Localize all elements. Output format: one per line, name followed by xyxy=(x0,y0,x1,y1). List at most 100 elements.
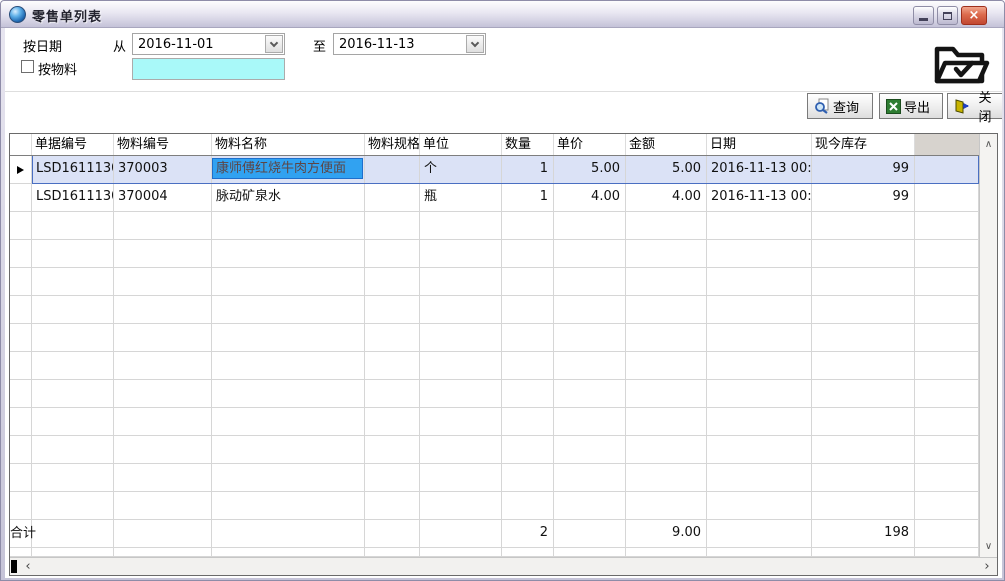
total-label: 合计 xyxy=(10,520,32,548)
header-item-no[interactable]: 物料编号 xyxy=(114,134,212,155)
total-quantity: 2 xyxy=(502,520,554,548)
table-row-empty xyxy=(10,240,979,268)
by-material-checkbox[interactable] xyxy=(21,60,34,73)
cell-date[interactable]: 2016-11-13 00:00 xyxy=(707,156,812,184)
by-date-label: 按日期 xyxy=(23,36,62,55)
cell-price[interactable]: 4.00 xyxy=(554,184,626,212)
cell-unit[interactable]: 个 xyxy=(420,156,502,184)
scroll-down-icon[interactable]: ∨ xyxy=(980,538,997,555)
table-row-empty xyxy=(10,296,979,324)
table-row[interactable]: LSD161113001 370004 脉动矿泉水 瓶 1 4.00 4.00 … xyxy=(10,184,979,212)
table-row-empty xyxy=(10,212,979,240)
restore-icon xyxy=(943,12,952,20)
close-label: 关闭 xyxy=(973,87,997,125)
close-window-button[interactable]: × xyxy=(961,6,987,25)
grid-body: LSD161113001 370003 康师傅红烧牛肉方便面 个 1 5.00 … xyxy=(10,156,979,557)
row-selector-cell xyxy=(10,156,32,184)
table-row-empty xyxy=(10,268,979,296)
magnifier-icon xyxy=(814,98,830,114)
minimize-button[interactable] xyxy=(913,6,934,25)
row-selector-cell xyxy=(10,184,32,212)
table-row-partial xyxy=(10,548,979,557)
excel-icon xyxy=(886,99,901,114)
total-row: 合计 2 9.00 198 xyxy=(10,520,979,548)
total-amount: 9.00 xyxy=(626,520,707,548)
from-label: 从 xyxy=(113,36,126,55)
scroll-left-icon[interactable]: ‹ xyxy=(20,558,36,575)
restore-button[interactable] xyxy=(937,6,958,25)
header-price[interactable]: 单价 xyxy=(554,134,626,155)
table-row-empty xyxy=(10,436,979,464)
chevron-down-icon xyxy=(270,38,278,46)
to-date-dropdown-button[interactable] xyxy=(466,35,484,53)
header-item-name[interactable]: 物料名称 xyxy=(212,134,365,155)
scroll-right-icon[interactable]: › xyxy=(979,558,995,575)
cell-item-no[interactable]: 370003 xyxy=(114,156,212,184)
hscroll-thumb[interactable] xyxy=(11,560,17,573)
close-icon: × xyxy=(969,8,980,23)
header-stock[interactable]: 现今库存 xyxy=(812,134,915,155)
exit-door-icon xyxy=(954,99,970,114)
table-row-empty xyxy=(10,352,979,380)
query-button[interactable]: 查询 xyxy=(807,93,873,119)
export-button[interactable]: 导出 xyxy=(879,93,943,119)
retail-orders-grid: 单据编号 物料编号 物料名称 物料规格 单位 数量 单价 金额 日期 现今库存 … xyxy=(9,133,998,576)
title-bar: 零售单列表 × xyxy=(1,1,1004,28)
cell-qty[interactable]: 1 xyxy=(502,184,554,212)
by-material-label: 按物料 xyxy=(38,59,77,78)
vertical-scrollbar[interactable]: ∧ ∨ xyxy=(979,134,997,557)
header-doc-no[interactable]: 单据编号 xyxy=(32,134,114,155)
cell-filler xyxy=(915,184,979,212)
cell-stock[interactable]: 99 xyxy=(812,156,915,184)
minimize-icon xyxy=(919,18,928,21)
cell-stock[interactable]: 99 xyxy=(812,184,915,212)
table-row-empty xyxy=(10,464,979,492)
cell-item-no[interactable]: 370004 xyxy=(114,184,212,212)
cell-qty[interactable]: 1 xyxy=(502,156,554,184)
cell-spec[interactable] xyxy=(365,156,420,184)
table-row-empty xyxy=(10,324,979,352)
from-date-dropdown-button[interactable] xyxy=(265,35,283,53)
cell-doc-no[interactable]: LSD161113001 xyxy=(32,156,114,184)
cell-item-name-selected[interactable]: 康师傅红烧牛肉方便面 xyxy=(212,156,365,184)
from-date-combobox[interactable]: 2016-11-01 xyxy=(132,33,285,55)
app-sphere-icon xyxy=(9,6,26,23)
cell-amount[interactable]: 5.00 xyxy=(626,156,707,184)
to-date-combobox[interactable]: 2016-11-13 xyxy=(333,33,486,55)
retail-list-window: 零售单列表 × 按日期 从 2016-11-01 至 2016-11-13 按物… xyxy=(0,0,1005,581)
header-qty[interactable]: 数量 xyxy=(502,134,554,155)
table-row-empty xyxy=(10,408,979,436)
table-row-empty xyxy=(10,492,979,520)
header-amount[interactable]: 金额 xyxy=(626,134,707,155)
cell-unit[interactable]: 瓶 xyxy=(420,184,502,212)
folder-check-icon xyxy=(929,35,991,89)
close-button[interactable]: 关闭 xyxy=(947,93,1002,119)
header-date[interactable]: 日期 xyxy=(707,134,812,155)
window-title: 零售单列表 xyxy=(32,6,102,25)
chevron-down-icon xyxy=(471,38,479,46)
table-row[interactable]: LSD161113001 370003 康师傅红烧牛肉方便面 个 1 5.00 … xyxy=(10,156,979,184)
horizontal-scrollbar[interactable]: ‹ › xyxy=(10,557,997,575)
to-label: 至 xyxy=(313,36,326,55)
client-area: 按日期 从 2016-11-01 至 2016-11-13 按物料 xyxy=(5,28,1002,578)
toolbar-divider xyxy=(5,91,1002,92)
cell-amount[interactable]: 4.00 xyxy=(626,184,707,212)
table-row-empty xyxy=(10,380,979,408)
scroll-up-icon[interactable]: ∧ xyxy=(980,136,997,153)
header-spec[interactable]: 物料规格 xyxy=(365,134,420,155)
cell-filler xyxy=(915,156,979,184)
cell-item-name[interactable]: 脉动矿泉水 xyxy=(212,184,365,212)
cell-date[interactable]: 2016-11-13 00:00 xyxy=(707,184,812,212)
material-input[interactable] xyxy=(132,58,285,80)
header-filler xyxy=(915,134,979,155)
cell-doc-no[interactable]: LSD161113001 xyxy=(32,184,114,212)
header-selector xyxy=(10,134,32,155)
export-label: 导出 xyxy=(904,97,930,116)
query-label: 查询 xyxy=(833,97,859,116)
cell-spec[interactable] xyxy=(365,184,420,212)
cell-price[interactable]: 5.00 xyxy=(554,156,626,184)
grid-header: 单据编号 物料编号 物料名称 物料规格 单位 数量 单价 金额 日期 现今库存 xyxy=(10,134,979,156)
from-date-value: 2016-11-01 xyxy=(138,37,214,52)
header-unit[interactable]: 单位 xyxy=(420,134,502,155)
to-date-value: 2016-11-13 xyxy=(339,37,415,52)
